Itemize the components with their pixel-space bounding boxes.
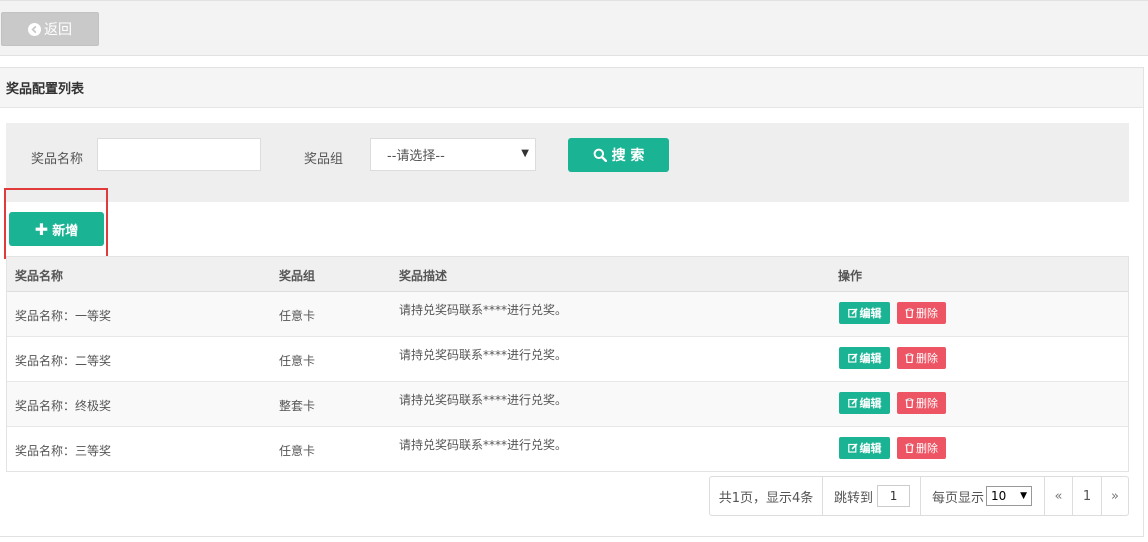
plus-icon: ✚ — [34, 219, 49, 239]
cell-prize-desc: 请持兑奖码联系****进行兑奖。 — [399, 348, 568, 362]
panel-title: 奖品配置列表 — [0, 68, 1143, 108]
table-header: 奖品名称 奖品组 奖品描述 操作 — [7, 257, 1128, 292]
cell-prize-group: 任意卡 — [279, 309, 316, 323]
cell-prize-group: 整套卡 — [279, 399, 316, 413]
add-button-label: 新增 — [52, 223, 79, 239]
prize-name-label: 奖品名称 — [31, 152, 84, 167]
table-row: 奖品名称：一等奖 任意卡 请持兑奖码联系****进行兑奖。 编辑 删除 — [7, 292, 1128, 337]
edit-button[interactable]: 编辑 — [839, 347, 890, 369]
pagination-next[interactable]: » — [1101, 476, 1129, 516]
add-button[interactable]: ✚ 新增 — [9, 212, 104, 246]
search-form: 奖品名称 奖品组 --请选择-- ▼ 搜 索 — [6, 123, 1129, 202]
table-row: 奖品名称：终极奖 整套卡 请持兑奖码联系****进行兑奖。 编辑 删除 — [7, 382, 1128, 427]
edit-button[interactable]: 编辑 — [839, 437, 890, 459]
cell-prize-name: 奖品名称：终极奖 — [15, 399, 112, 413]
cell-prize-name: 奖品名称：三等奖 — [15, 444, 112, 458]
jump-label: 跳转到 — [834, 490, 874, 506]
page-size-label: 每页显示 — [932, 490, 985, 506]
jump-page-input[interactable]: 1 — [877, 485, 911, 507]
search-icon — [593, 148, 607, 162]
cell-prize-group: 任意卡 — [279, 444, 316, 458]
prize-group-select[interactable]: --请选择-- ▼ — [370, 138, 536, 171]
edit-button-label: 编辑 — [859, 397, 882, 410]
trash-icon — [905, 308, 914, 318]
delete-button[interactable]: 删除 — [897, 437, 946, 459]
header-prize-desc: 奖品描述 — [399, 269, 448, 283]
header-prize-name: 奖品名称 — [15, 269, 64, 283]
trash-icon — [905, 353, 914, 363]
edit-icon — [847, 398, 858, 408]
cell-prize-desc: 请持兑奖码联系****进行兑奖。 — [399, 303, 568, 317]
search-button-label: 搜 索 — [611, 148, 645, 164]
prize-group-label: 奖品组 — [304, 152, 344, 167]
page-size-select[interactable]: 10 ▼ — [986, 486, 1033, 506]
edit-icon — [847, 443, 858, 453]
pagination-page-1[interactable]: 1 — [1072, 476, 1102, 516]
delete-button-label: 删除 — [916, 442, 938, 455]
header-actions: 操作 — [838, 269, 863, 283]
delete-button[interactable]: 删除 — [897, 347, 946, 369]
top-toolbar: 返回 — [0, 0, 1148, 56]
edit-button-label: 编辑 — [859, 307, 882, 320]
cell-prize-group: 任意卡 — [279, 354, 316, 368]
search-button[interactable]: 搜 索 — [568, 138, 669, 172]
caret-down-icon: ▼ — [1020, 491, 1028, 501]
pagination-info: 共1页，显示4条 — [709, 476, 823, 516]
edit-button[interactable]: 编辑 — [839, 392, 890, 414]
prize-group-selected: --请选择-- — [387, 149, 445, 164]
edit-icon — [847, 308, 858, 318]
edit-button-label: 编辑 — [859, 352, 882, 365]
caret-down-icon: ▼ — [521, 148, 529, 159]
edit-button[interactable]: 编辑 — [839, 302, 890, 324]
cell-prize-name: 奖品名称：一等奖 — [15, 309, 112, 323]
arrow-left-icon — [28, 22, 41, 36]
cell-prize-desc: 请持兑奖码联系****进行兑奖。 — [399, 393, 568, 407]
delete-button[interactable]: 删除 — [897, 392, 946, 414]
delete-button-label: 删除 — [916, 352, 938, 365]
trash-icon — [905, 398, 914, 408]
back-button[interactable]: 返回 — [1, 12, 99, 46]
back-button-label: 返回 — [44, 22, 72, 38]
table-row: 奖品名称：三等奖 任意卡 请持兑奖码联系****进行兑奖。 编辑 删除 — [7, 427, 1128, 471]
prize-name-input[interactable] — [97, 138, 261, 171]
prize-config-panel: 奖品配置列表 奖品名称 奖品组 --请选择-- ▼ 搜 索 ✚ 新增 奖品名称 … — [0, 67, 1144, 537]
delete-button-label: 删除 — [916, 307, 938, 320]
table-row: 奖品名称：二等奖 任意卡 请持兑奖码联系****进行兑奖。 编辑 删除 — [7, 337, 1128, 382]
delete-button-label: 删除 — [916, 397, 938, 410]
edit-icon — [847, 353, 858, 363]
pagination-prev[interactable]: « — [1044, 476, 1073, 516]
prize-table: 奖品名称 奖品组 奖品描述 操作 奖品名称：一等奖 任意卡 请持兑奖码联系***… — [6, 256, 1129, 472]
trash-icon — [905, 443, 914, 453]
cell-prize-name: 奖品名称：二等奖 — [15, 354, 112, 368]
cell-prize-desc: 请持兑奖码联系****进行兑奖。 — [399, 438, 568, 452]
pagination-page-size: 每页显示 10 ▼ — [920, 476, 1045, 516]
delete-button[interactable]: 删除 — [897, 302, 946, 324]
edit-button-label: 编辑 — [859, 442, 882, 455]
header-prize-group: 奖品组 — [279, 269, 316, 283]
pagination-jump: 跳转到 1 — [822, 476, 921, 516]
page-size-value: 10 — [991, 489, 1007, 503]
